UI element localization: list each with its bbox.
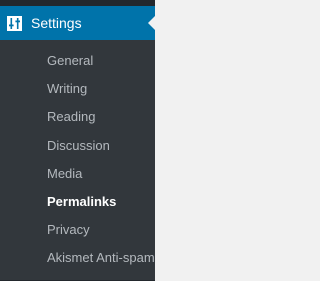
content-area bbox=[155, 0, 310, 281]
settings-menu-header[interactable]: Settings bbox=[0, 6, 156, 40]
settings-menu-label: Settings bbox=[31, 15, 82, 31]
admin-sidebar: Settings General Writing Reading Discuss… bbox=[0, 0, 195, 281]
settings-sliders-icon bbox=[7, 15, 22, 31]
